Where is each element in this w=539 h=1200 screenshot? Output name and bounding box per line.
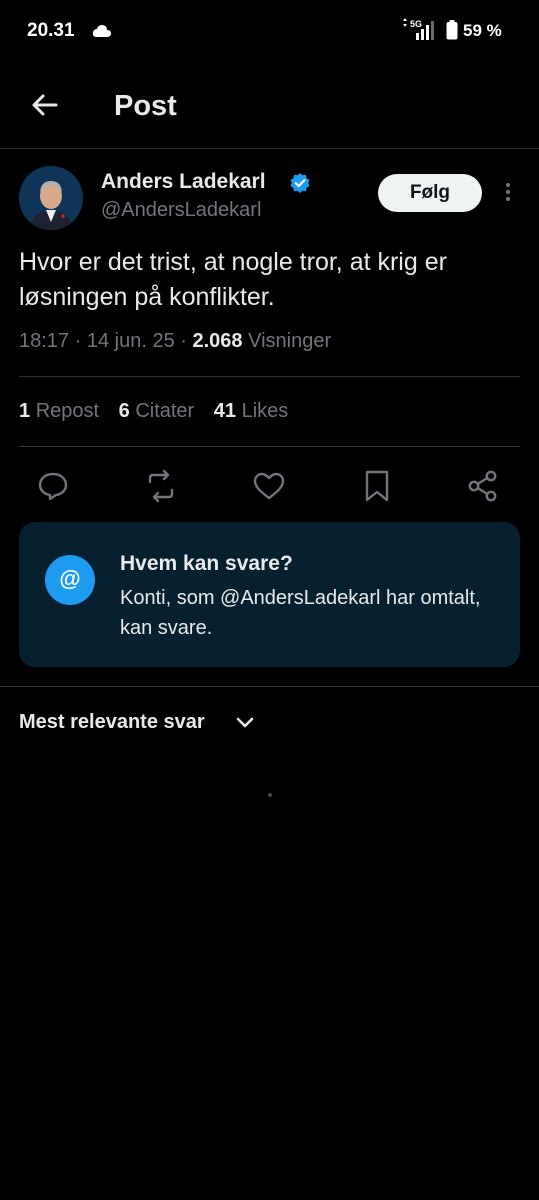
likes-stat[interactable]: 41 Likes [214, 400, 289, 422]
views-count: 2.068 [192, 330, 243, 352]
reposts-count: 1 [19, 400, 31, 422]
action-bar [0, 466, 539, 506]
follow-button[interactable]: Følg [378, 174, 482, 212]
quotes-stat[interactable]: 6 Citater [119, 400, 195, 422]
likes-label: Likes [241, 400, 289, 422]
avatar[interactable] [19, 166, 83, 230]
author-name[interactable]: Anders Ladekarl [101, 170, 266, 194]
post-date: 14 jun. 25 [86, 330, 175, 352]
verified-badge-icon [290, 173, 310, 193]
meta-separator: · [180, 330, 193, 352]
avatar-image [19, 166, 83, 230]
top-bar: Post [0, 68, 539, 149]
like-icon[interactable] [249, 466, 289, 506]
loading-indicator [268, 793, 272, 797]
status-bar: 20.31 5G 59 % [0, 0, 539, 60]
quotes-count: 6 [118, 400, 130, 422]
divider [19, 376, 520, 377]
post-text: Hvor er det trist, at nogle tror, at kri… [19, 248, 447, 311]
likes-count: 41 [213, 400, 237, 422]
chevron-down-icon[interactable] [236, 716, 254, 730]
network-label: 5G [410, 19, 422, 29]
more-options-icon[interactable] [500, 180, 516, 206]
post-meta: 18:17 · 14 jun. 25 · 2.068 Visninger [19, 330, 331, 353]
back-arrow-icon[interactable] [28, 88, 62, 122]
author-handle[interactable]: @AndersLadekarl [101, 199, 261, 222]
post-stats: 1 Repost 6 Citater 41 Likes [19, 400, 302, 423]
post-time: 18:17 [19, 330, 70, 352]
reply-restriction-description: Konti, som @AndersLadekarl har omtalt, k… [120, 587, 481, 639]
meta-separator: · [74, 330, 87, 352]
quotes-label: Citater [135, 400, 195, 422]
divider [0, 686, 539, 687]
reply-icon[interactable] [33, 466, 73, 506]
battery-level: 59 % [463, 21, 502, 40]
divider [19, 446, 520, 447]
reposts-label: Repost [35, 400, 100, 422]
status-time: 20.31 [27, 20, 75, 41]
reposts-stat[interactable]: 1 Repost [19, 400, 99, 422]
reply-restriction-box: @ Hvem kan svare? Konti, som @AndersLade… [19, 522, 520, 667]
repost-icon[interactable] [141, 466, 181, 506]
share-icon[interactable] [463, 466, 503, 506]
cloud-icon [92, 25, 111, 37]
mention-icon: @ [45, 555, 95, 605]
reply-restriction-title: Hvem kan svare? [120, 552, 293, 575]
views-label: Visninger [248, 330, 332, 352]
page-title: Post [114, 90, 177, 122]
reply-sort-selector[interactable]: Mest relevante svar [19, 711, 205, 734]
bookmark-icon[interactable] [357, 466, 397, 506]
battery-icon [446, 20, 458, 40]
signal-icon: 5G [403, 18, 434, 40]
